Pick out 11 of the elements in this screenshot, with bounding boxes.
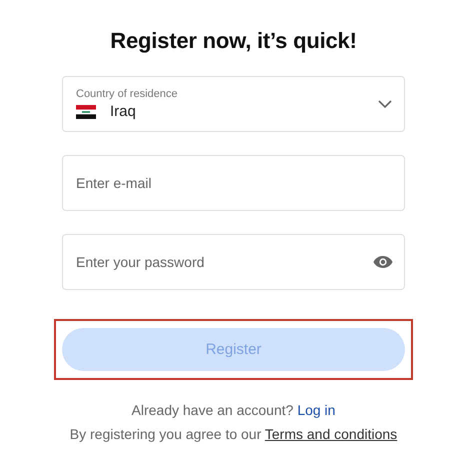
terms-link[interactable]: Terms and conditions (264, 426, 398, 442)
terms-notice: By registering you agree to our Terms and conditions (70, 426, 398, 442)
country-select[interactable]: Country of residence Iraq (62, 76, 405, 132)
page-title: Register now, it’s quick! (110, 28, 357, 54)
password-field[interactable]: Enter your password (62, 234, 405, 290)
chevron-down-icon (378, 100, 392, 108)
eye-icon[interactable] (373, 255, 393, 269)
flag-icon (76, 104, 96, 118)
email-field[interactable]: Enter e-mail (62, 155, 405, 211)
login-link[interactable]: Log in (297, 402, 336, 418)
login-prompt: Already have an account? Log in (132, 402, 336, 418)
